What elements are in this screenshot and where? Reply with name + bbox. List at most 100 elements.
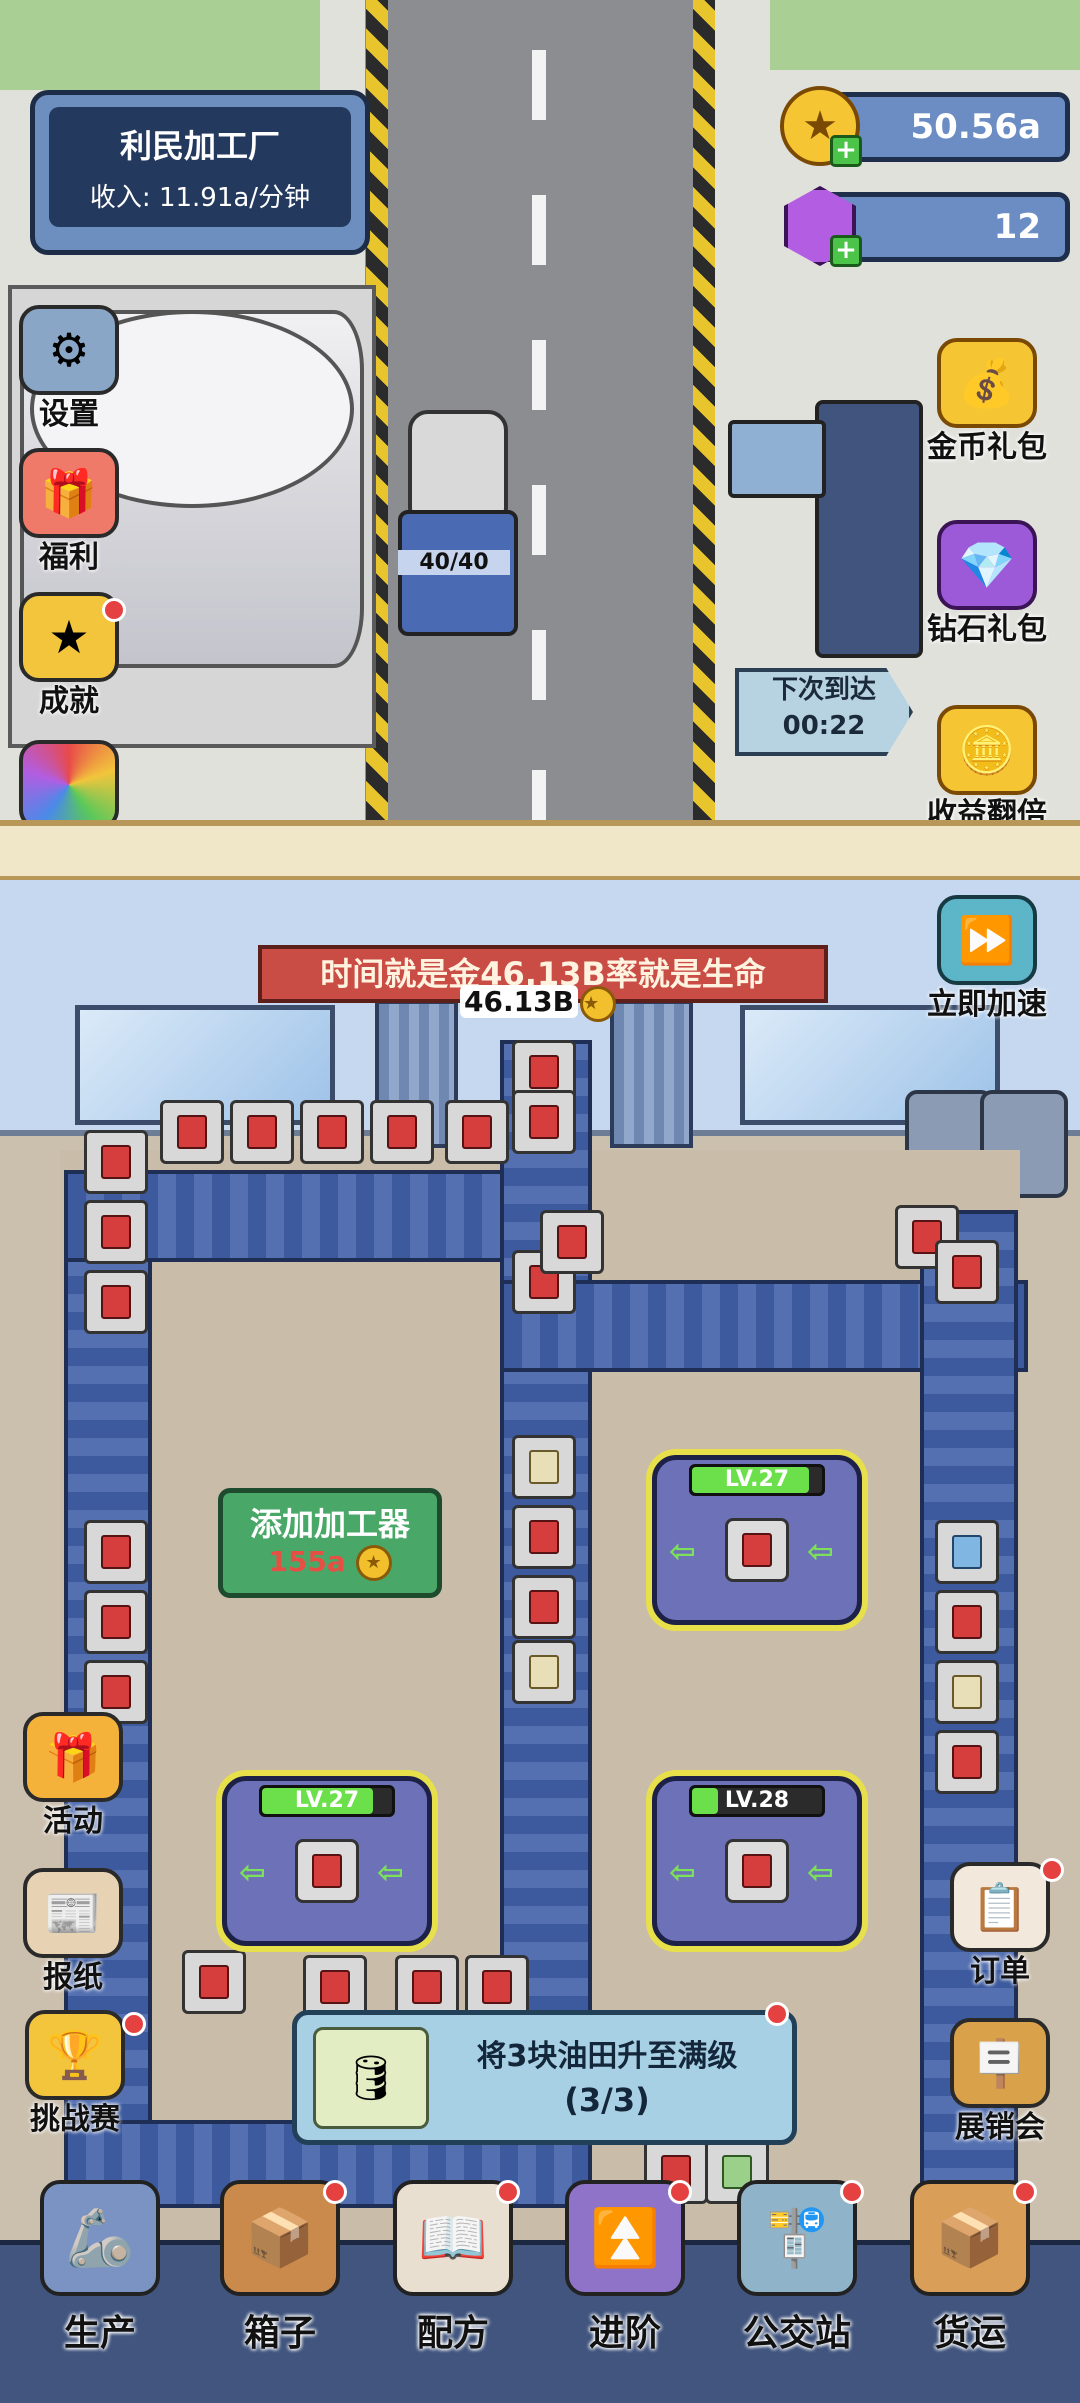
machine-level-bar: LV.28: [689, 1785, 825, 1817]
oil-can: [512, 1575, 576, 1639]
expo-button[interactable]: 🪧 展销会: [935, 2018, 1065, 2145]
machine-level-fill: [692, 1788, 718, 1814]
oil-can: [182, 1950, 246, 2014]
next-arrival-label: 下次到达: [771, 675, 876, 705]
processor-machine[interactable]: LV.28 ⇦ ⇦: [652, 1776, 862, 1946]
oil-can: [935, 1730, 999, 1794]
oil-can: [230, 1100, 294, 1164]
nav-production[interactable]: 🦾 生产: [15, 2180, 185, 2390]
coin-pack-label: 金币礼包: [927, 430, 1047, 465]
coin-pack-button[interactable]: 💰 金币礼包: [912, 338, 1062, 465]
wheel-icon: [19, 740, 119, 830]
crates-icon: 📦: [220, 2180, 340, 2296]
event-button[interactable]: 🎁 活动: [18, 1712, 128, 1839]
tanker-truck[interactable]: 40/40: [398, 410, 518, 636]
settings-button[interactable]: ⚙ 设置: [14, 305, 124, 432]
clipboard-icon: 📋: [950, 1862, 1050, 1952]
next-arrival-sign: 下次到达 00:22: [735, 668, 913, 756]
nav-recipes-badge-dot: [496, 2180, 520, 2204]
gem-balance: 12: [993, 207, 1041, 247]
challenge-button[interactable]: 🏆 挑战赛: [10, 2010, 140, 2137]
arrow-left-icon: ⇦: [807, 1853, 834, 1891]
lane-mark: [532, 50, 546, 120]
water-barrel: [935, 1520, 999, 1584]
welfare-label: 福利: [39, 540, 99, 575]
ore-crate: [935, 1660, 999, 1724]
oil-can: [725, 1518, 789, 1582]
machine-level-bar: LV.27: [259, 1785, 395, 1817]
next-arrival-time: 00:22: [782, 711, 866, 741]
factory-door: [610, 1000, 693, 1148]
task-text: 将3块油田升至满级: [476, 2039, 738, 2074]
nav-advance-label: 进阶: [588, 2313, 661, 2354]
event-gift-icon: 🎁: [23, 1712, 123, 1802]
welfare-button[interactable]: 🎁 福利: [14, 448, 124, 575]
machine-level: LV.28: [724, 1788, 790, 1813]
add-processor-cost: 155a: [268, 1545, 346, 1578]
grass-left: [0, 0, 320, 90]
gear-icon: ⚙: [19, 305, 119, 395]
nav-recipes-label: 配方: [416, 2313, 489, 2354]
lane-mark: [532, 195, 546, 265]
oil-can: [84, 1270, 148, 1334]
newspaper-button[interactable]: 📰 报纸: [18, 1868, 128, 1995]
floating-coin-icon: ★: [580, 986, 616, 1022]
task-banner[interactable]: 🛢 将3块油田升至满级 (3/3): [292, 2010, 797, 2145]
nav-freight-label: 货运: [933, 2313, 1006, 2354]
lane-mark: [532, 340, 546, 410]
oil-can: [540, 1210, 604, 1274]
speed-up-button[interactable]: ⏩ 立即加速: [912, 895, 1062, 1022]
achievement-badge-dot: [102, 598, 126, 622]
arrow-left-icon: ⇦: [377, 1853, 404, 1891]
orders-badge-dot: [1040, 1858, 1064, 1882]
oil-can: [935, 1240, 999, 1304]
oil-can: [84, 1590, 148, 1654]
double-income-button[interactable]: 🪙 收益翻倍: [912, 705, 1062, 832]
speed-up-label: 立即加速: [927, 987, 1047, 1022]
arrow-left-icon: ⇦: [669, 1853, 696, 1891]
oil-can: [300, 1100, 364, 1164]
factory-panel[interactable]: 利民加工厂 收入: 11.91a/分钟: [30, 90, 370, 255]
oil-can: [84, 1130, 148, 1194]
ore-crate: [512, 1640, 576, 1704]
coin-balance: 50.56a: [910, 107, 1042, 147]
nav-freight[interactable]: 📦 货运: [885, 2180, 1055, 2390]
settings-label: 设置: [39, 397, 99, 432]
add-coins-icon[interactable]: +: [830, 135, 862, 167]
factory-name: 利民加工厂: [119, 127, 280, 165]
add-processor-cost-row: 155a ★: [223, 1545, 437, 1581]
gem-pack-icon: 💎: [937, 520, 1037, 610]
nav-crates[interactable]: 📦 箱子: [195, 2180, 365, 2390]
lane-mark: [532, 485, 546, 555]
upgrade-machine-icon: ⏫: [565, 2180, 685, 2296]
factory-panel-inner: 利民加工厂 收入: 11.91a/分钟: [49, 107, 351, 227]
lane-mark: [532, 630, 546, 700]
nav-advance[interactable]: ⏫ 进阶: [540, 2180, 710, 2390]
gem-pack-button[interactable]: 💎 钻石礼包: [912, 520, 1062, 647]
machine-level-bar: LV.27: [689, 1464, 825, 1496]
coin-pile-icon: 🪙: [937, 705, 1037, 795]
truck-load: 40/40: [398, 550, 510, 575]
expo-label: 展销会: [955, 2110, 1045, 2145]
event-label: 活动: [43, 1804, 103, 1839]
coin-icon: ★: [355, 1545, 392, 1581]
task-progress: (3/3): [564, 2081, 650, 2119]
processor-machine[interactable]: LV.27 ⇦ ⇦: [222, 1776, 432, 1946]
orders-label: 订单: [970, 1954, 1030, 1989]
oil-can: [84, 1200, 148, 1264]
coin-chest-icon: 💰: [937, 338, 1037, 428]
newspaper-label: 报纸: [43, 1960, 103, 1995]
nav-bus-stop[interactable]: 🚏 公交站: [712, 2180, 882, 2390]
arrow-left-icon: ⇦: [669, 1532, 696, 1570]
cargo-icon: 📦: [910, 2180, 1030, 2296]
gift-icon: 🎁: [19, 448, 119, 538]
arrow-left-icon: ⇦: [807, 1532, 834, 1570]
add-gems-icon[interactable]: +: [830, 235, 862, 267]
achievement-label: 成就: [39, 684, 99, 719]
arrow-left-icon: ⇦: [239, 1853, 266, 1891]
processor-machine[interactable]: LV.27 ⇦ ⇦: [652, 1455, 862, 1625]
oil-field-icon: 🛢: [313, 2027, 429, 2129]
add-processor-button[interactable]: 添加加工器 155a ★: [218, 1488, 442, 1598]
nav-recipes[interactable]: 📖 配方: [368, 2180, 538, 2390]
oil-can: [935, 1590, 999, 1654]
